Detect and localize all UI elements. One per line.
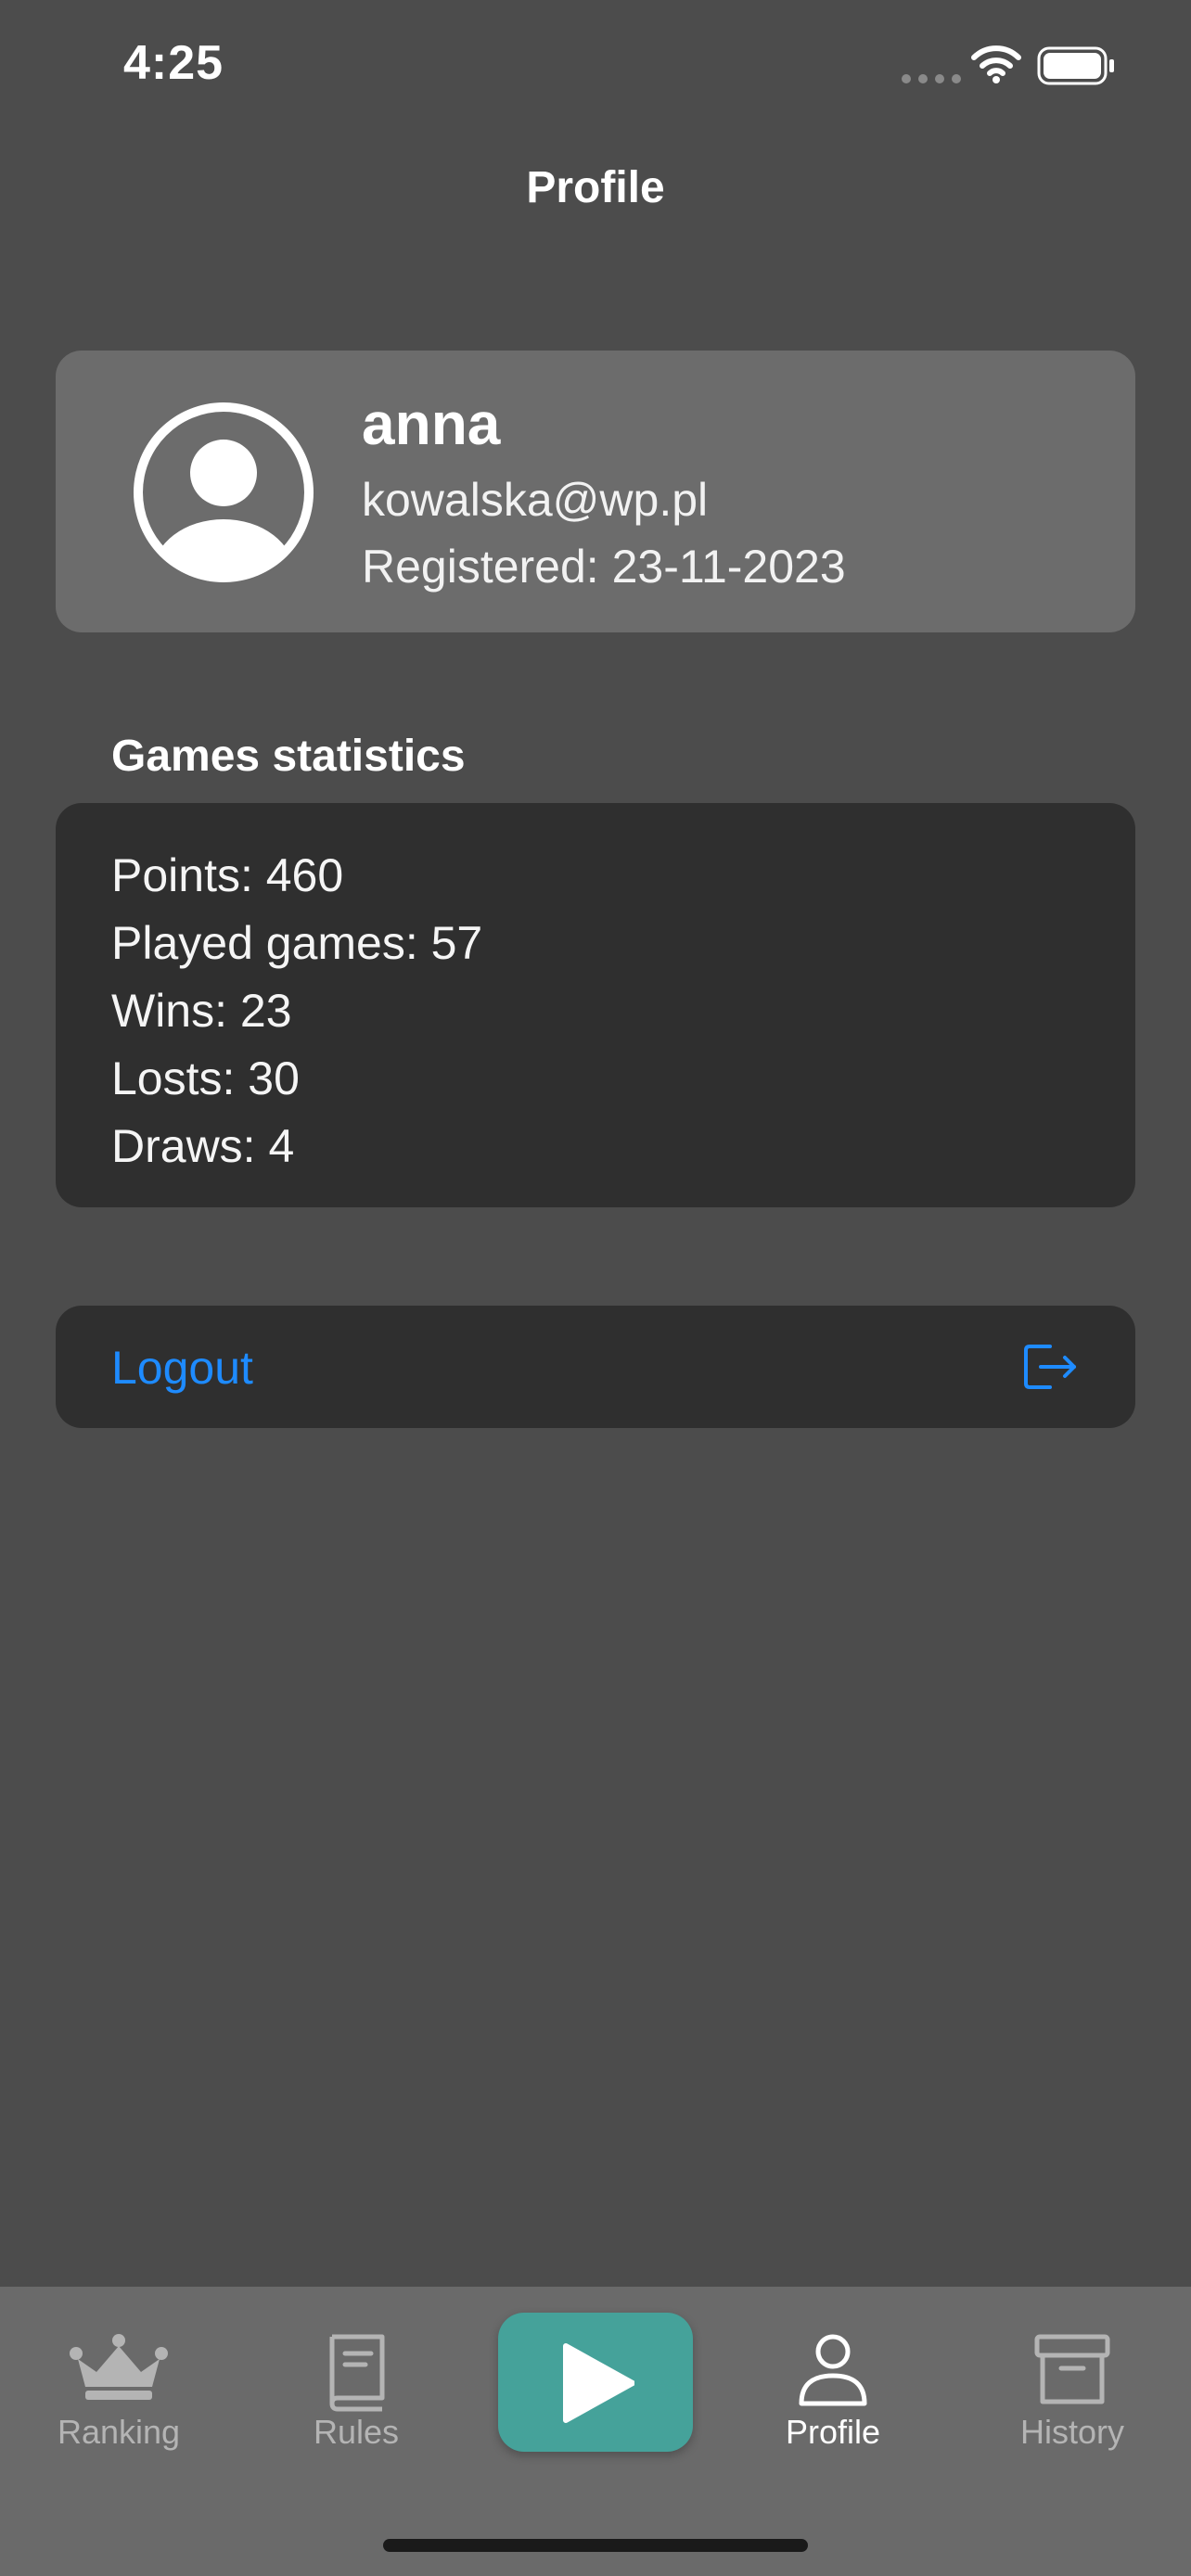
- logout-button[interactable]: Logout: [56, 1306, 1135, 1428]
- tab-rules-label: Rules: [313, 2413, 400, 2451]
- home-indicator: [383, 2539, 808, 2552]
- archive-box-icon: [1034, 2334, 1110, 2404]
- stat-draws: Draws: 4: [111, 1120, 295, 1172]
- play-button[interactable]: [498, 2313, 693, 2452]
- play-icon: [563, 2343, 634, 2423]
- cellular-signal-icon: [902, 74, 961, 83]
- person-circle-icon: [134, 402, 314, 582]
- logout-arrow-icon: [1024, 1345, 1076, 1389]
- stat-played-games: Played games: 57: [111, 917, 483, 969]
- stat-losts: Losts: 30: [111, 1052, 300, 1104]
- profile-name: anna: [362, 390, 501, 457]
- page-title: Profile: [526, 163, 665, 212]
- tab-history[interactable]: History: [970, 2287, 1174, 2481]
- tab-ranking-label: Ranking: [57, 2413, 181, 2451]
- stats-card: Points: 460 Played games: 57 Wins: 23 Lo…: [56, 803, 1135, 1207]
- profile-card: anna kowalska@wp.pl Registered: 23-11-20…: [56, 351, 1135, 632]
- status-bar: 4:25: [0, 0, 1191, 139]
- profile-registered-date: Registered: 23-11-2023: [362, 541, 846, 593]
- stat-wins: Wins: 23: [111, 985, 292, 1037]
- person-icon: [799, 2334, 867, 2406]
- profile-screen: 4:25 Profile anna kowalska@wp.pl Registe…: [0, 0, 1191, 2576]
- tab-profile[interactable]: Profile: [731, 2287, 935, 2481]
- status-time: 4:25: [123, 36, 224, 90]
- tab-history-label: History: [1019, 2413, 1124, 2451]
- stats-header: Games statistics: [111, 732, 466, 781]
- profile-email: kowalska@wp.pl: [362, 474, 709, 526]
- tab-profile-label: Profile: [785, 2413, 881, 2451]
- stat-points: Points: 460: [111, 849, 344, 901]
- wifi-icon: [971, 45, 1021, 83]
- logout-label: Logout: [111, 1342, 253, 1394]
- tab-bar: Ranking Rules Profile History: [0, 2287, 1191, 2576]
- book-icon: [329, 2334, 385, 2412]
- battery-icon: [1037, 46, 1114, 85]
- crown-icon: [70, 2334, 168, 2400]
- tab-rules[interactable]: Rules: [254, 2287, 458, 2481]
- tab-ranking[interactable]: Ranking: [17, 2287, 221, 2481]
